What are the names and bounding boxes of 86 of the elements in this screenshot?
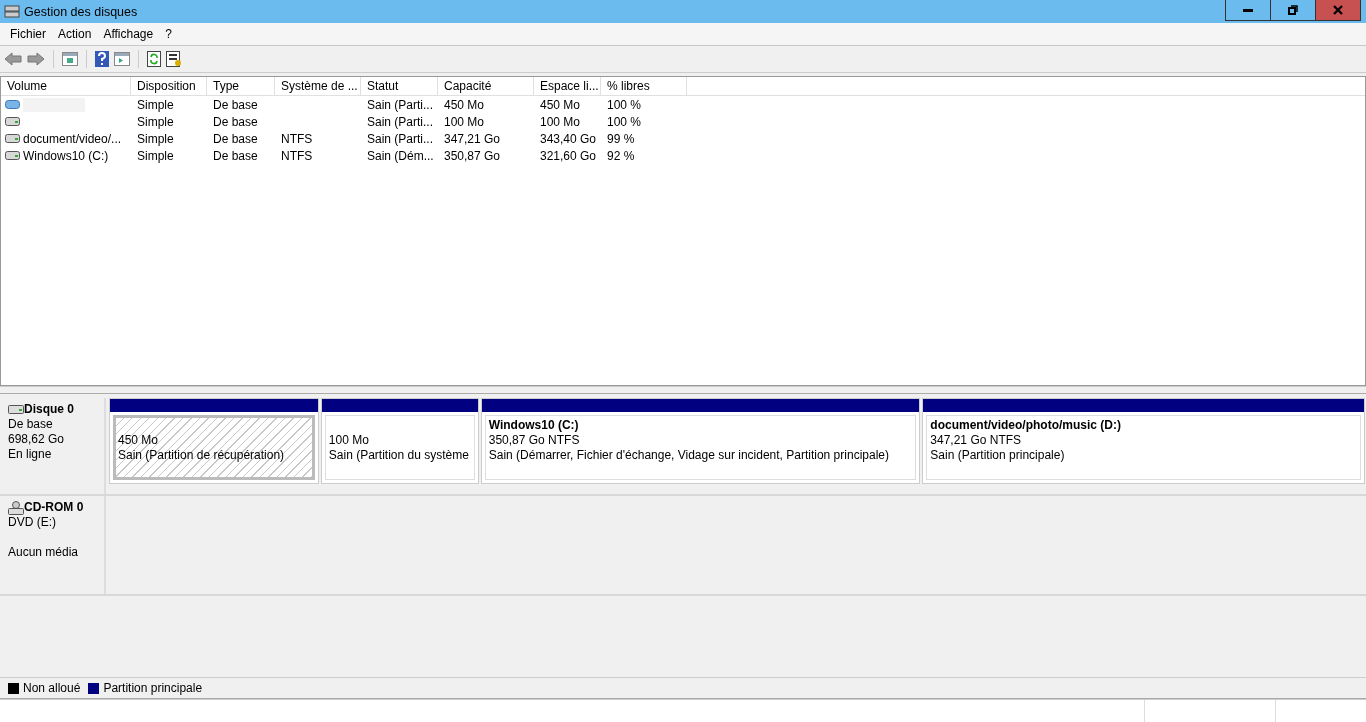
partition-title: Windows10 (C:)	[488, 418, 580, 433]
column-header[interactable]: Type	[207, 77, 275, 95]
menu-item[interactable]: ?	[159, 27, 178, 41]
table-cell: 350,87 Go	[444, 148, 501, 163]
disk-name: Disque 0	[24, 402, 74, 417]
partition-status: Sain (Partition principale)	[930, 448, 1066, 463]
legend-label: Partition principale	[103, 681, 203, 695]
column-header[interactable]: Volume	[1, 77, 131, 95]
legend-label: Non alloué	[23, 681, 81, 695]
partition-block[interactable]: 450 Mo Sain (Partition de récupération)	[109, 398, 319, 484]
column-header[interactable]: Système de ...	[275, 77, 361, 95]
table-cell: 100 Mo	[444, 114, 485, 129]
column-header[interactable]: Capacité	[438, 77, 534, 95]
console-tree-icon[interactable]	[62, 52, 78, 66]
table-cell: 100 %	[607, 97, 642, 112]
blurred-name	[23, 97, 85, 112]
table-cell: Sain (Parti...	[367, 97, 434, 112]
table-cell: 99 %	[607, 131, 635, 146]
table-cell: De base	[213, 97, 258, 112]
minimize-icon	[1243, 8, 1253, 12]
table-cell: 321,60 Go	[540, 148, 597, 163]
table-cell: Sain (Parti...	[367, 114, 434, 129]
table-cell: Simple	[137, 131, 174, 146]
column-header[interactable]: Espace li...	[534, 77, 601, 95]
restore-icon	[1288, 5, 1298, 15]
minimize-button[interactable]	[1225, 0, 1271, 21]
partition-title: document/video/photo/music (D:)	[930, 418, 1122, 433]
table-cell: Sain (Parti...	[367, 131, 434, 146]
action-pane-icon[interactable]	[114, 52, 130, 66]
table-cell: De base	[213, 131, 258, 146]
table-cell: Simple	[137, 148, 174, 163]
window-title: Gestion des disques	[24, 4, 138, 19]
forward-arrow-icon[interactable]	[27, 52, 45, 66]
close-icon	[1333, 5, 1343, 15]
disk-icon	[4, 4, 20, 19]
properties-icon[interactable]	[166, 51, 182, 67]
partition-size: 450 Mo	[118, 433, 160, 448]
partition-block[interactable]: Windows10 (C:) 350,87 Go NTFS Sain (Démarrer, Fichier d'échange, Vidage sur incident, Partition principale)	[480, 398, 921, 484]
volume-icon	[5, 100, 20, 109]
partition-status: Sain (Démarrer, Fichier d'échange, Vidage sur incident, Partition principale)	[488, 448, 890, 463]
disk-label-panel[interactable]: Disque 0 De base 698,62 Go En ligne	[0, 398, 106, 494]
refresh-icon[interactable]	[147, 51, 161, 67]
table-cell: De base	[213, 114, 258, 129]
table-cell: 100 Mo	[540, 114, 581, 129]
table-cell: NTFS	[281, 131, 313, 146]
column-header[interactable]: % libres	[601, 77, 687, 95]
partition-size: 350,87 Go NTFS	[488, 433, 581, 448]
partition-size: 347,21 Go NTFS	[930, 433, 1023, 448]
help-icon[interactable]	[95, 51, 109, 67]
table-cell: 92 %	[607, 148, 635, 163]
media-status: Aucun média	[8, 545, 79, 559]
drive-icon	[5, 134, 20, 143]
menu-item[interactable]: Affichage	[97, 27, 160, 41]
table-cell: 450 Mo	[444, 97, 485, 112]
table-cell: NTFS	[281, 148, 313, 163]
column-header[interactable]: Disposition	[131, 77, 207, 95]
drive-icon	[5, 117, 20, 126]
partition-status: Sain (Partition de récupération)	[118, 448, 286, 463]
close-button[interactable]	[1315, 0, 1361, 21]
table-cell: document/video/...	[23, 131, 122, 146]
table-cell: De base	[213, 148, 258, 163]
table-cell: Windows10 (C:)	[23, 148, 109, 163]
disk-info: DVD (E:)	[8, 515, 56, 529]
disk-drive-icon	[8, 405, 24, 414]
disk-info: De base	[8, 417, 53, 431]
back-arrow-icon[interactable]	[4, 52, 22, 66]
table-cell: Simple	[137, 114, 174, 129]
disk-info: En ligne	[8, 447, 52, 461]
cd-drive-icon	[8, 500, 24, 515]
disk-label-panel[interactable]: CD-ROM 0 DVD (E:) Aucun média	[0, 496, 106, 594]
partition-block[interactable]: 100 Mo Sain (Partition du système	[320, 398, 479, 484]
table-cell: Sain (Dém...	[367, 148, 434, 163]
partition-size: 100 Mo	[328, 433, 370, 448]
menu-item[interactable]: Action	[52, 27, 98, 41]
table-cell: Simple	[137, 97, 174, 112]
disk-name: CD-ROM 0	[24, 500, 84, 515]
partition-block[interactable]: document/video/photo/music (D:) 347,21 Go NTFS Sain (Partition principale)	[922, 398, 1365, 484]
column-header[interactable]: Statut	[361, 77, 438, 95]
table-cell: 347,21 Go	[444, 131, 501, 146]
table-cell: 100 %	[607, 114, 642, 129]
disk-info: 698,62 Go	[8, 432, 65, 446]
table-cell: 450 Mo	[540, 97, 581, 112]
drive-icon	[5, 151, 20, 160]
table-cell: 343,40 Go	[540, 131, 597, 146]
menu-item[interactable]: Fichier	[4, 27, 52, 41]
partition-status: Sain (Partition du système	[328, 448, 470, 463]
